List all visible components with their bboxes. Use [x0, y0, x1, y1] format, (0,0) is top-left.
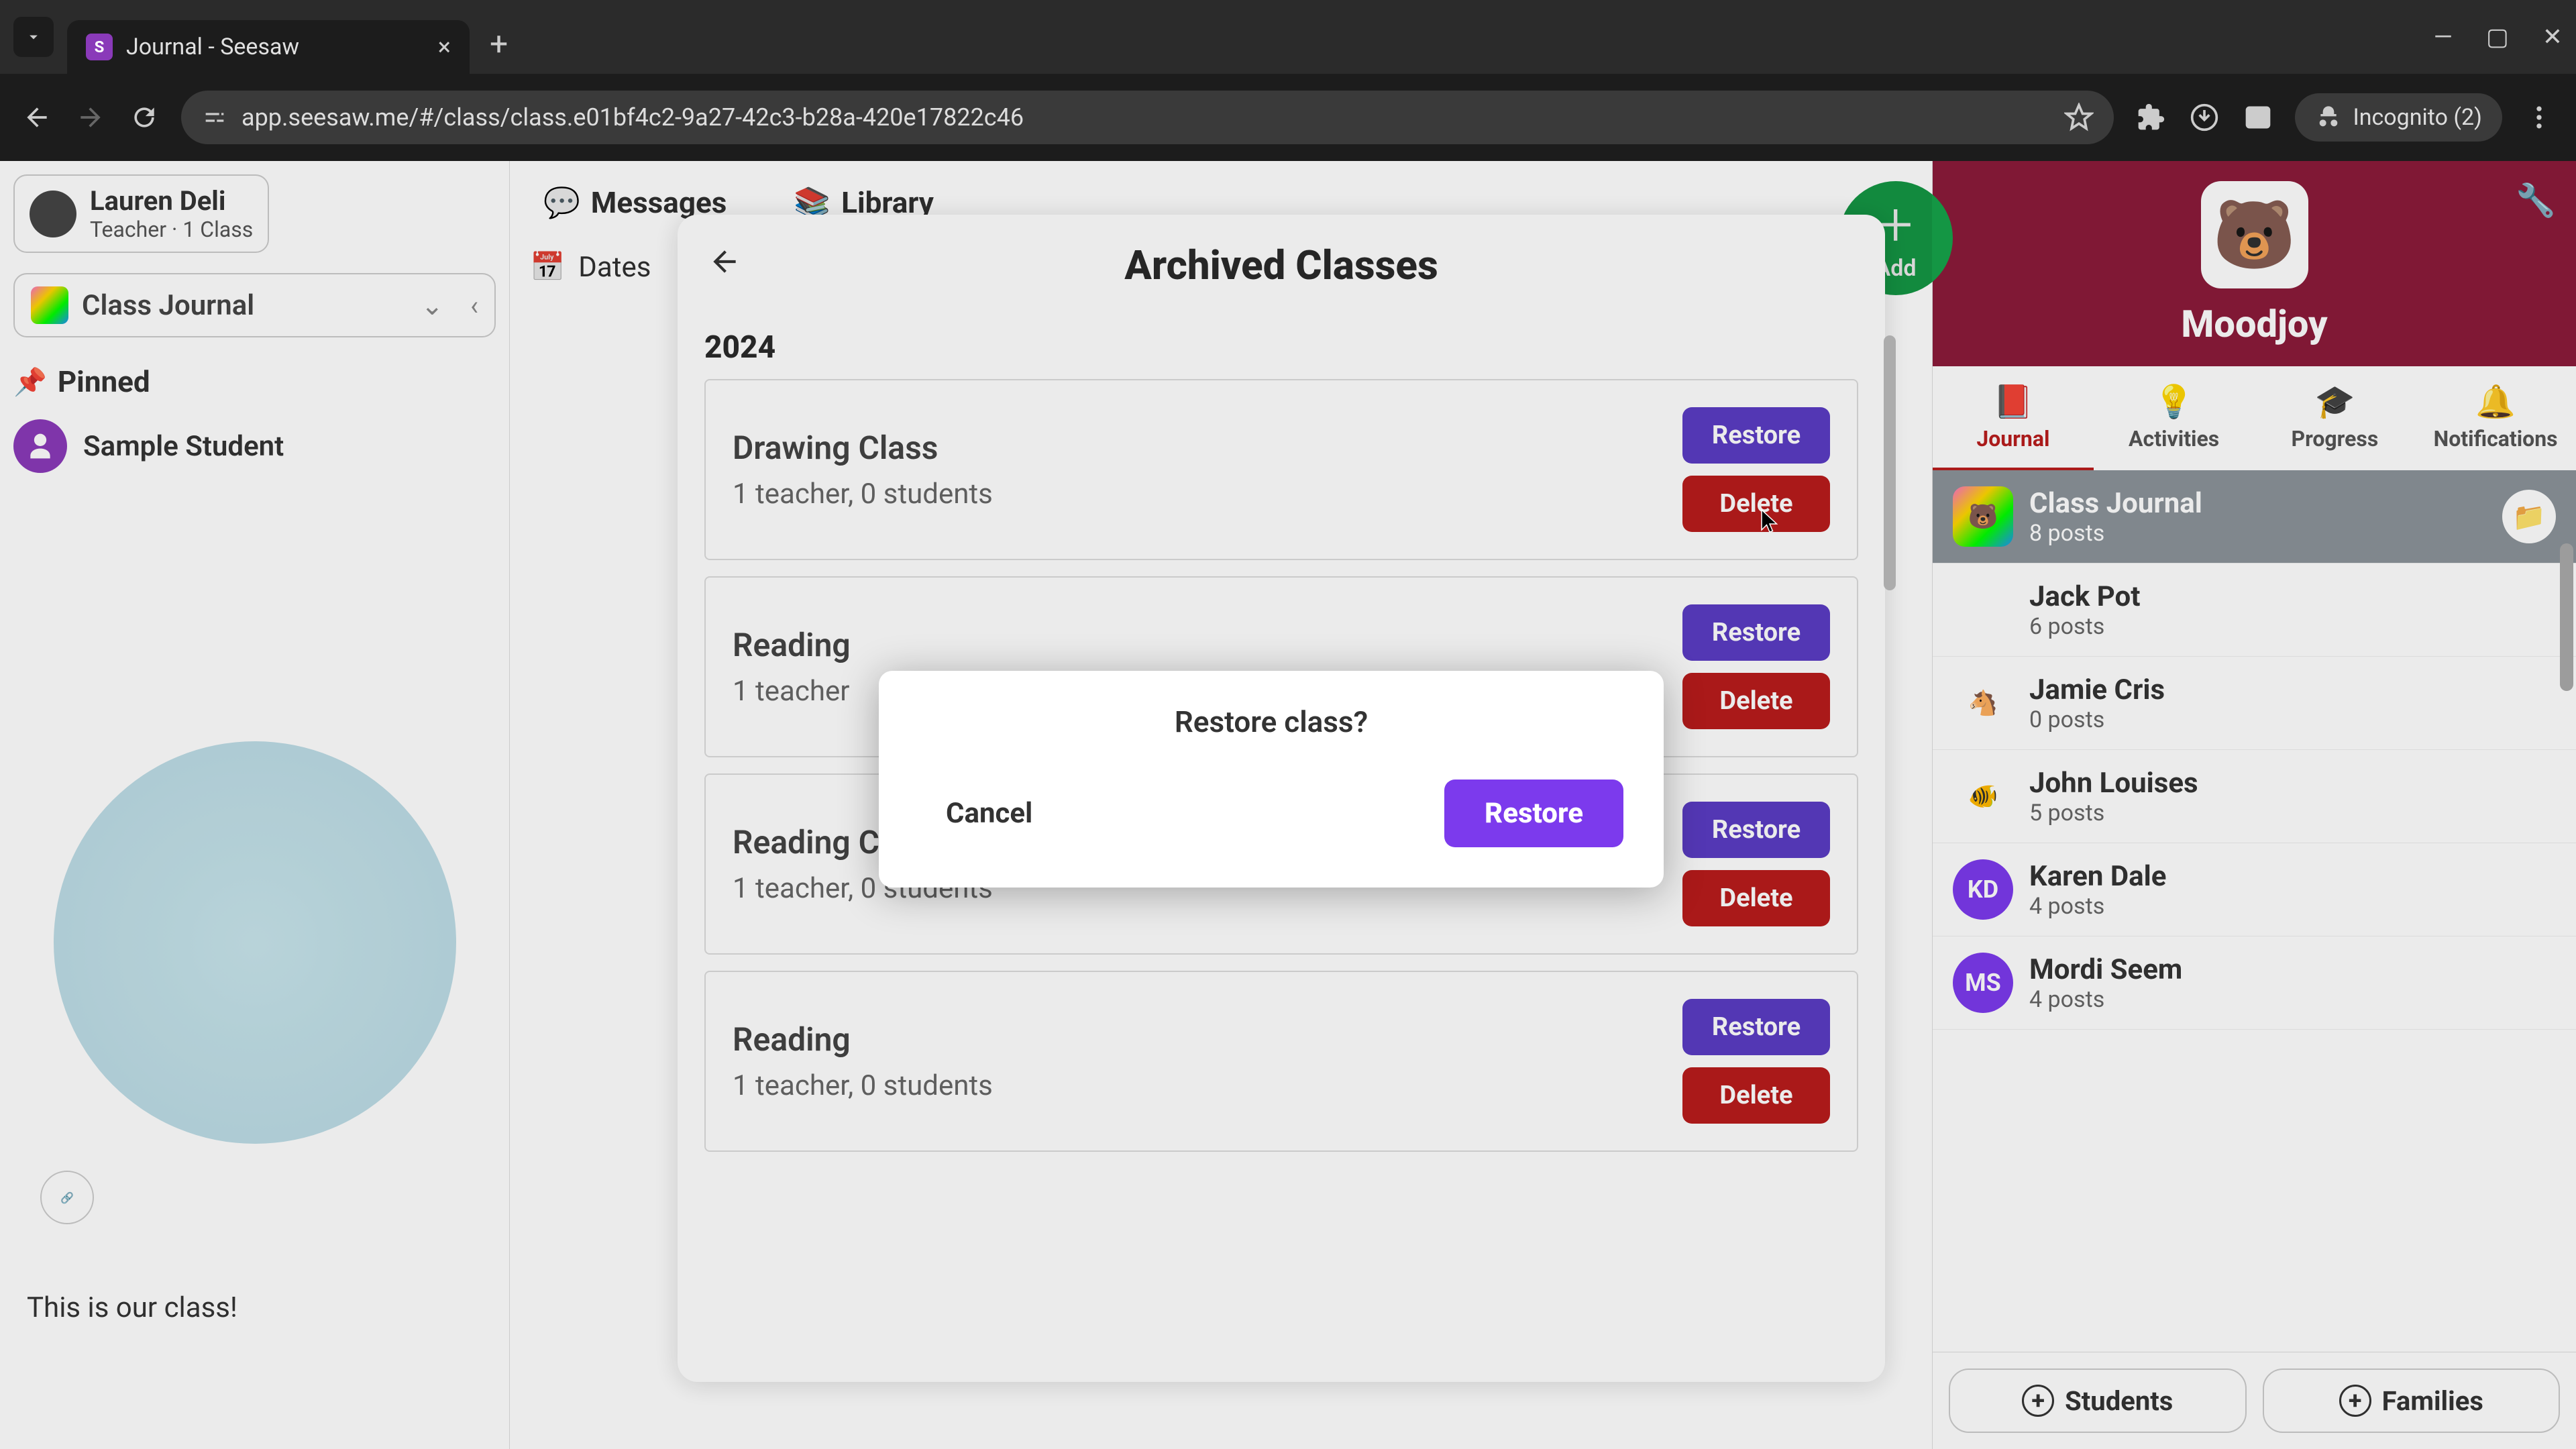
incognito-badge[interactable]: Incognito (2)	[2295, 93, 2502, 142]
modal-restore-button[interactable]: Restore	[1444, 780, 1623, 847]
class-avatar: 🐻	[2201, 181, 2308, 288]
right-tabs: 📕 Journal 💡 Activities 🎓 Progress 🔔 Noti…	[1933, 366, 2576, 470]
browser-tab-strip: S Journal - Seesaw × + — ▢ ✕	[0, 0, 2576, 74]
browser-tab[interactable]: S Journal - Seesaw ×	[67, 20, 470, 74]
address-bar: app.seesaw.me/#/class/class.e01bf4c2-9a2…	[0, 74, 2576, 161]
journal-list-item[interactable]: JP Jack Pot 6 posts	[1933, 564, 2576, 657]
window-minimize-icon[interactable]: —	[2434, 23, 2453, 51]
incognito-label: Incognito (2)	[2353, 104, 2482, 131]
plus-circle-icon: +	[2022, 1385, 2054, 1417]
class-header: 🔧 🐻 Moodjoy	[1933, 161, 2576, 366]
tab-search-dropdown[interactable]	[13, 17, 54, 57]
url-text: app.seesaw.me/#/class/class.e01bf4c2-9a2…	[241, 103, 1024, 131]
journal-list-item[interactable]: MS Mordi Seem 4 posts	[1933, 936, 2576, 1030]
tab-journal[interactable]: 📕 Journal	[1933, 366, 2094, 470]
browser-menu-icon[interactable]	[2522, 101, 2556, 134]
list-item-meta: 8 posts	[2029, 520, 2486, 547]
user-name: Lauren Deli	[90, 185, 253, 217]
chevron-down-icon: ⌄	[421, 290, 443, 321]
class-journal-icon	[31, 286, 68, 324]
tab-progress[interactable]: 🎓 Progress	[2255, 366, 2416, 470]
right-sidebar: + Add 🔧 🐻 Moodjoy 📕 Journal 💡 Activities…	[1932, 161, 2576, 1449]
side-panel-icon[interactable]	[2241, 101, 2275, 134]
tab-close-icon[interactable]: ×	[438, 33, 451, 61]
window-maximize-icon[interactable]: ▢	[2486, 23, 2509, 51]
chevron-left-icon[interactable]: ‹	[470, 290, 478, 321]
right-footer: + Students + Families	[1933, 1352, 2576, 1449]
journal-list-item[interactable]: 🐻 Class Journal 8 posts 📁	[1933, 470, 2576, 564]
list-item-meta: 5 posts	[2029, 800, 2556, 826]
right-scrollbar[interactable]	[2560, 543, 2573, 691]
user-profile-chip[interactable]: Lauren Deli Teacher · 1 Class	[13, 174, 269, 253]
nav-forward-button[interactable]	[74, 101, 107, 134]
list-item-meta: 6 posts	[2029, 613, 2556, 640]
journal-list-item[interactable]: KD Karen Dale 4 posts	[1933, 843, 2576, 936]
activities-icon: 💡	[2100, 382, 2248, 421]
bookmark-star-icon[interactable]	[2064, 103, 2094, 132]
tab-title: Journal - Seesaw	[126, 34, 425, 60]
list-item-meta: 4 posts	[2029, 986, 2556, 1013]
list-item-meta: 0 posts	[2029, 706, 2556, 733]
settings-wrench-icon[interactable]: 🔧	[2516, 181, 2556, 219]
list-item-avatar: MS	[1953, 953, 2013, 1013]
class-journal-selector[interactable]: Class Journal ⌄ ‹	[13, 273, 496, 337]
class-journal-label: Class Journal	[82, 289, 407, 322]
journal-list-item[interactable]: 🐠 John Louises 5 posts	[1933, 750, 2576, 843]
window-controls: — ▢ ✕	[2434, 23, 2563, 51]
journal-icon: 📕	[1939, 382, 2087, 421]
incognito-icon	[2315, 104, 2342, 131]
families-button[interactable]: + Families	[2263, 1368, 2561, 1433]
extensions-icon[interactable]	[2134, 101, 2167, 134]
list-item-name: Class Journal	[2029, 487, 2486, 520]
journal-image-placeholder	[54, 741, 456, 1144]
journal-list-item[interactable]: 🐴 Jamie Cris 0 posts	[1933, 657, 2576, 750]
nav-reload-button[interactable]	[127, 101, 161, 134]
progress-icon: 🎓	[2261, 382, 2409, 421]
notifications-icon: 🔔	[2422, 382, 2569, 421]
user-avatar	[30, 191, 76, 237]
list-item-avatar: 🐠	[1953, 766, 2013, 826]
student-avatar-icon	[13, 419, 67, 473]
user-role: Teacher · 1 Class	[90, 217, 253, 242]
student-name: Sample Student	[83, 430, 284, 463]
list-item-name: Jamie Cris	[2029, 674, 2556, 706]
left-sidebar: Lauren Deli Teacher · 1 Class Class Jour…	[0, 161, 510, 1449]
list-item-name: John Louises	[2029, 767, 2556, 800]
list-item-avatar: 🐻	[1953, 486, 2013, 547]
tab-notifications[interactable]: 🔔 Notifications	[2415, 366, 2576, 470]
plus-circle-icon: +	[2339, 1385, 2371, 1417]
downloads-icon[interactable]	[2188, 101, 2221, 134]
list-item-avatar: JP	[1953, 580, 2013, 640]
list-item-avatar: 🐴	[1953, 673, 2013, 733]
journal-list: 🐻 Class Journal 8 posts 📁 JP Jack Pot 6 …	[1933, 470, 2576, 1030]
link-icon[interactable]: 🔗	[40, 1171, 94, 1224]
tab-activities[interactable]: 💡 Activities	[2094, 366, 2255, 470]
journal-caption: This is our class!	[13, 1291, 496, 1324]
list-item-name: Mordi Seem	[2029, 953, 2556, 986]
modal-cancel-button[interactable]: Cancel	[919, 784, 1059, 843]
pinned-header: Pinned	[13, 364, 496, 399]
list-item-avatar: KD	[1953, 859, 2013, 920]
main-content: 💬 Messages 📚 Library 📅 Dates Archived Cl…	[510, 161, 1932, 1449]
url-bar[interactable]: app.seesaw.me/#/class/class.e01bf4c2-9a2…	[181, 91, 2114, 144]
window-close-icon[interactable]: ✕	[2542, 23, 2563, 51]
tab-favicon: S	[86, 34, 113, 60]
list-item-name: Jack Pot	[2029, 580, 2556, 613]
list-item-meta: 4 posts	[2029, 893, 2556, 920]
modal-title: Restore class?	[919, 704, 1623, 739]
list-item-name: Karen Dale	[2029, 860, 2556, 893]
class-title: Moodjoy	[1953, 302, 2556, 346]
students-button[interactable]: + Students	[1949, 1368, 2247, 1433]
nav-back-button[interactable]	[20, 101, 54, 134]
site-settings-icon[interactable]	[201, 104, 228, 131]
student-row[interactable]: Sample Student	[13, 419, 496, 473]
restore-confirm-modal: Restore class? Cancel Restore	[879, 671, 1664, 888]
folder-icon[interactable]: 📁	[2502, 490, 2556, 543]
new-tab-button[interactable]: +	[490, 25, 508, 63]
